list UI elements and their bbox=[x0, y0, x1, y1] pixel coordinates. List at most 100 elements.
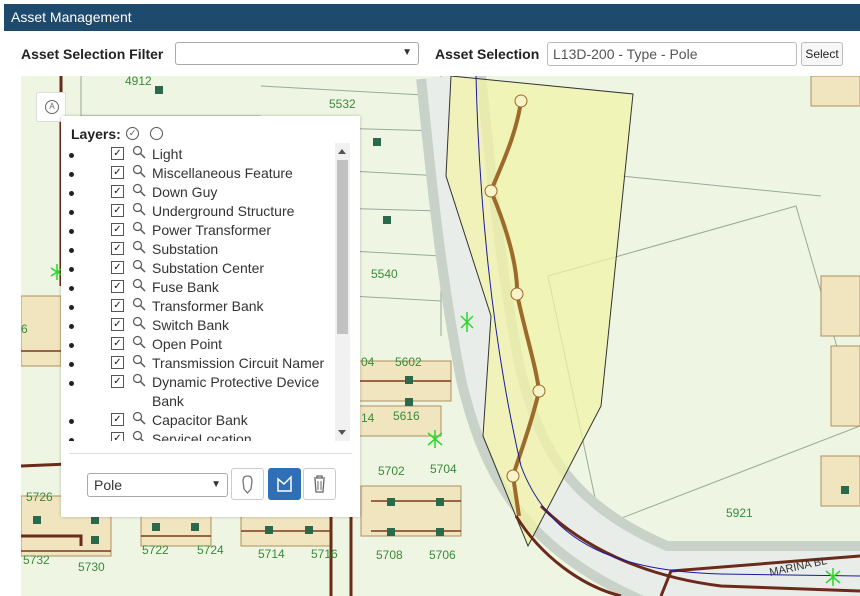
layer-label: Capacitor Bank bbox=[152, 412, 248, 428]
map-label: 5708 bbox=[376, 548, 403, 562]
layer-label: Light bbox=[152, 146, 183, 162]
map-label: 5616 bbox=[393, 409, 420, 423]
map-label: 5532 bbox=[329, 97, 356, 111]
pole-tool-button[interactable] bbox=[231, 468, 264, 500]
bullet bbox=[69, 362, 74, 367]
layer-checkbox[interactable]: ✓ bbox=[111, 318, 124, 331]
layer-checkbox[interactable]: ✓ bbox=[111, 242, 124, 255]
scroll-down-icon[interactable] bbox=[338, 430, 346, 435]
layer-checkbox[interactable]: ✓ bbox=[111, 147, 124, 160]
layer-label: ServiceLocation bbox=[152, 431, 252, 441]
layer-list: ✓ Light ✓ Miscellaneous Feature ✓ Down Guy … bbox=[61, 144, 351, 441]
zoom-to-layer-icon[interactable] bbox=[132, 335, 146, 349]
layer-label: Open Point bbox=[152, 336, 223, 352]
zoom-to-layer-icon[interactable] bbox=[132, 221, 146, 235]
map-label: 6 bbox=[21, 322, 28, 336]
layer-checkbox[interactable]: ✓ bbox=[111, 356, 124, 369]
map-label: 14 bbox=[361, 411, 375, 425]
layers-heading: Layers: bbox=[71, 126, 121, 142]
scroll-thumb[interactable] bbox=[337, 160, 348, 334]
layer-label: Dynamic Protective Device Bank bbox=[152, 374, 320, 409]
compass-icon: A bbox=[45, 100, 59, 114]
chevron-down-icon: ▼ bbox=[402, 47, 412, 58]
zoom-to-layer-icon[interactable] bbox=[132, 297, 146, 311]
layer-checkbox[interactable]: ✓ bbox=[111, 280, 124, 293]
divider bbox=[69, 453, 352, 454]
layer-label: Fuse Bank bbox=[152, 279, 219, 295]
bullet bbox=[69, 210, 74, 215]
layer-label: Switch Bank bbox=[152, 317, 230, 333]
bullet bbox=[69, 324, 74, 329]
select-button[interactable]: Select bbox=[801, 42, 843, 66]
bullet bbox=[69, 153, 74, 158]
layer-item: ✓ Dynamic Protective Device Bank bbox=[69, 373, 331, 411]
draw-polygon-icon bbox=[277, 475, 292, 492]
bullet bbox=[69, 286, 74, 291]
asset-selection-input[interactable]: L13D-200 - Type - Pole bbox=[547, 42, 797, 66]
bullet bbox=[69, 229, 74, 234]
zoom-to-layer-icon[interactable] bbox=[132, 373, 146, 387]
map-label: 5716 bbox=[311, 547, 338, 561]
layer-checkbox[interactable]: ✓ bbox=[111, 337, 124, 350]
map-label: 5732 bbox=[23, 553, 50, 567]
zoom-to-layer-icon[interactable] bbox=[132, 411, 146, 425]
layer-label: Transmission Circuit Namer bbox=[152, 355, 325, 371]
bullet bbox=[69, 172, 74, 177]
layers-panel: Layers: ✓ ✓ Light ✓ Miscellaneous Feature … bbox=[61, 116, 360, 517]
asset-selection-filter-label: Asset Selection Filter bbox=[21, 46, 164, 62]
map-label: 5921 bbox=[726, 506, 753, 520]
bullet bbox=[69, 381, 74, 386]
map-label: 5540 bbox=[371, 267, 398, 281]
layer-checkbox[interactable]: ✓ bbox=[111, 432, 124, 441]
zoom-to-layer-icon[interactable] bbox=[132, 316, 146, 330]
zoom-to-layer-icon[interactable] bbox=[132, 145, 146, 159]
zoom-to-layer-icon[interactable] bbox=[132, 259, 146, 273]
chevron-down-icon: ▼ bbox=[211, 479, 221, 490]
layer-label: Transformer Bank bbox=[152, 298, 264, 314]
map-label: 5722 bbox=[142, 543, 169, 557]
layer-label: Power Transformer bbox=[152, 222, 272, 238]
app-title-bar: Asset Management bbox=[4, 4, 860, 31]
layer-label: Substation bbox=[152, 241, 219, 257]
layer-checkbox[interactable]: ✓ bbox=[111, 204, 124, 217]
zoom-to-layer-icon[interactable] bbox=[132, 278, 146, 292]
layer-checkbox[interactable]: ✓ bbox=[111, 375, 124, 388]
zoom-to-layer-icon[interactable] bbox=[132, 240, 146, 254]
layer-checkbox[interactable]: ✓ bbox=[111, 413, 124, 426]
map-label: 5714 bbox=[258, 547, 285, 561]
zoom-to-layer-icon[interactable] bbox=[132, 202, 146, 216]
clear-all-icon[interactable] bbox=[150, 127, 163, 140]
pin-icon bbox=[242, 475, 253, 494]
map-label: 5724 bbox=[197, 543, 224, 557]
map-label: 5704 bbox=[430, 462, 457, 476]
zoom-to-layer-icon[interactable] bbox=[132, 354, 146, 368]
app-title: Asset Management bbox=[11, 9, 132, 25]
asset-selection-filter-dropdown[interactable]: ▼ bbox=[175, 42, 419, 65]
scroll-up-icon[interactable] bbox=[338, 149, 346, 154]
asset-type-select[interactable]: Pole ▼ bbox=[87, 473, 228, 497]
layer-list-scrollbar[interactable] bbox=[335, 143, 350, 441]
layer-label: Substation Center bbox=[152, 260, 265, 276]
zoom-to-layer-icon[interactable] bbox=[132, 183, 146, 197]
layer-checkbox[interactable]: ✓ bbox=[111, 166, 124, 179]
zoom-to-layer-icon[interactable] bbox=[132, 164, 146, 178]
asset-selection-label: Asset Selection bbox=[435, 46, 540, 62]
layer-checkbox[interactable]: ✓ bbox=[111, 185, 124, 198]
layer-label: Underground Structure bbox=[152, 203, 295, 219]
layer-checkbox[interactable]: ✓ bbox=[111, 223, 124, 236]
layer-checkbox[interactable]: ✓ bbox=[111, 261, 124, 274]
bullet bbox=[69, 248, 74, 253]
map-label: 04 bbox=[361, 355, 375, 369]
asset-type-value: Pole bbox=[94, 477, 123, 493]
map-label: 5602 bbox=[395, 355, 422, 369]
zoom-to-layer-icon[interactable] bbox=[132, 430, 146, 441]
filter-bar: Asset Selection Filter ▼ Asset Selection… bbox=[0, 40, 860, 68]
select-all-icon[interactable]: ✓ bbox=[126, 127, 139, 140]
bullet bbox=[69, 267, 74, 272]
trash-icon bbox=[314, 475, 325, 493]
delete-button[interactable] bbox=[303, 468, 336, 500]
draw-area-button[interactable] bbox=[268, 468, 301, 500]
layer-checkbox[interactable]: ✓ bbox=[111, 299, 124, 312]
layer-label: Down Guy bbox=[152, 184, 218, 200]
bullet bbox=[69, 438, 74, 441]
